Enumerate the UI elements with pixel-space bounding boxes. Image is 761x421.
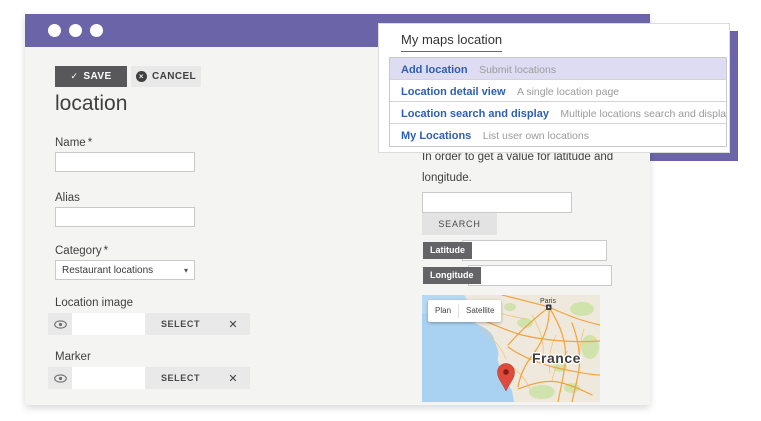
marker-picker: SELECT ✕ [48, 367, 250, 389]
geo-search-input[interactable] [422, 192, 572, 213]
page-title: location [55, 92, 127, 116]
category-select[interactable]: Restaurant locations ▾ [55, 260, 195, 280]
name-input[interactable] [55, 152, 195, 172]
location-image-clear-icon[interactable]: ✕ [216, 318, 250, 331]
latitude-input[interactable] [462, 240, 607, 261]
chevron-down-icon: ▾ [184, 266, 188, 275]
map-country-label: France [532, 350, 581, 366]
geo-helper-line2: longitude. [422, 168, 657, 189]
category-label: Category* [55, 245, 108, 257]
marker-select-button[interactable]: SELECT [145, 373, 216, 383]
marker-input[interactable] [72, 367, 145, 389]
alias-input[interactable] [55, 207, 195, 227]
preview-eye-icon[interactable] [48, 320, 72, 329]
cancel-button-label: CANCEL [152, 71, 196, 82]
latitude-tag: Latitude [423, 242, 472, 259]
map-satellite-button[interactable]: Satellite [459, 300, 501, 322]
marker-label: Marker [55, 351, 91, 363]
page: ✓ SAVE × CANCEL location Name* Alias Cat… [0, 0, 761, 421]
name-label: Name* [55, 137, 92, 149]
location-image-select-button[interactable]: SELECT [145, 319, 216, 329]
cancel-circle-x-icon: × [136, 71, 147, 82]
location-image-picker: SELECT ✕ [48, 313, 250, 335]
map-city-label: Paris [540, 298, 556, 305]
window-dot-2[interactable] [69, 24, 82, 37]
menu-item-add-location[interactable]: Add location Submit locations [390, 58, 726, 80]
map-city-marker-icon [546, 305, 552, 311]
check-icon: ✓ [70, 71, 78, 82]
cancel-button[interactable]: × CANCEL [131, 66, 201, 87]
window-dot-1[interactable] [48, 24, 61, 37]
map-type-control: Plan Satellite [428, 300, 501, 322]
menu-item-location-search-and-display[interactable]: Location search and display Multiple loc… [390, 102, 726, 124]
longitude-tag: Longitude [423, 267, 481, 284]
geo-search-button[interactable]: SEARCH [422, 213, 497, 235]
required-mark: * [104, 245, 108, 257]
location-image-label: Location image [55, 297, 133, 309]
window-dot-3[interactable] [90, 24, 103, 37]
location-image-input[interactable] [72, 313, 145, 335]
marker-clear-icon[interactable]: ✕ [216, 372, 250, 385]
category-selected-value: Restaurant locations [62, 265, 153, 276]
map-plan-button[interactable]: Plan [428, 300, 458, 322]
save-button[interactable]: ✓ SAVE [55, 66, 127, 87]
popup-menu: Add location Submit locations Location d… [389, 57, 727, 147]
longitude-input[interactable] [468, 265, 612, 286]
menu-item-my-locations[interactable]: My Locations List user own locations [390, 124, 726, 146]
geo-helper-text: In order to get a value for latitude and… [422, 147, 657, 189]
module-picker-popup: My maps location Add location Submit loc… [378, 23, 730, 153]
save-button-label: SAVE [83, 71, 111, 82]
menu-item-location-detail-view[interactable]: Location detail view A single location p… [390, 80, 726, 102]
required-mark: * [88, 137, 92, 149]
map-canvas[interactable]: Plan Satellite [422, 295, 600, 402]
alias-label: Alias [55, 192, 80, 204]
preview-eye-icon[interactable] [48, 374, 72, 383]
popup-title: My maps location [401, 32, 502, 52]
